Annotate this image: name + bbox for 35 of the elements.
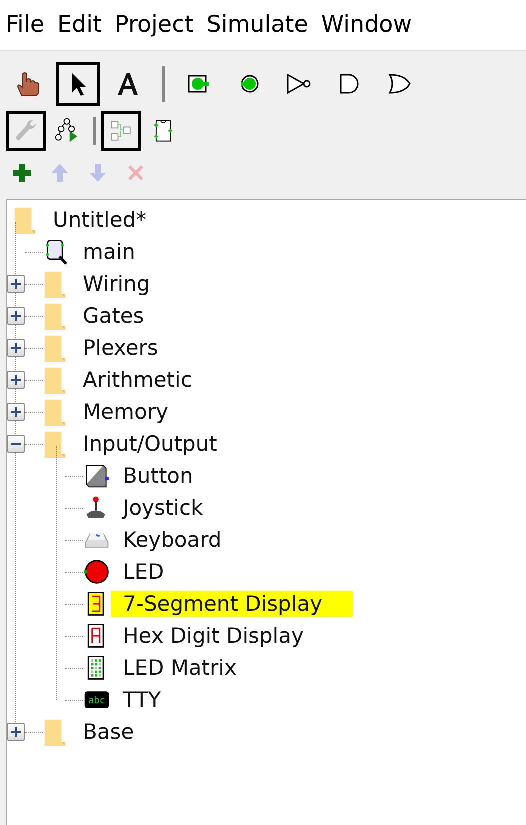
tree-item[interactable]: Arithmetic [79,367,196,393]
tree-item[interactable]: Plexers [79,335,162,361]
tree-item[interactable]: LED Matrix [119,655,241,681]
tree-item[interactable]: Gates [79,303,148,329]
tree-item[interactable]: 7-Segment Display [111,591,353,617]
tree-item[interactable]: Memory [79,399,172,425]
tree-item[interactable]: TTY [119,687,166,713]
expand-toggle[interactable] [7,339,25,357]
expand-toggle[interactable] [7,723,25,741]
tree-item[interactable]: Button [119,463,198,489]
tree-item[interactable]: Input/Output [79,431,222,457]
tree-item[interactable]: LED [119,559,168,585]
menu-item[interactable]: Edit [58,12,102,38]
wrench-icon[interactable] [6,111,46,151]
tree-item[interactable]: Keyboard [119,527,226,553]
expand-toggle[interactable] [7,307,25,325]
tree-item[interactable]: Joystick [119,495,208,521]
expand-toggle[interactable] [7,275,25,293]
tree-item[interactable]: Base [79,719,138,745]
tree-item[interactable]: Hex Digit Display [119,623,308,649]
menu-item[interactable]: File [6,12,44,38]
tree-item[interactable]: Wiring [79,271,154,297]
collapse-toggle[interactable] [7,435,25,453]
expand-toggle[interactable] [7,371,25,389]
tree-item[interactable]: Untitled* [49,207,151,233]
pointer-icon[interactable] [56,62,100,106]
menu-item[interactable]: Simulate [206,12,308,38]
layout-icon[interactable] [101,111,141,151]
tree-item[interactable]: main [79,239,140,265]
led-icon [83,557,111,587]
toolbar-separator [162,66,165,102]
expand-toggle[interactable] [7,403,25,421]
menu-item[interactable]: Project [115,12,194,38]
menu-item[interactable]: Window [321,12,412,38]
toolbar-separator [93,117,96,145]
